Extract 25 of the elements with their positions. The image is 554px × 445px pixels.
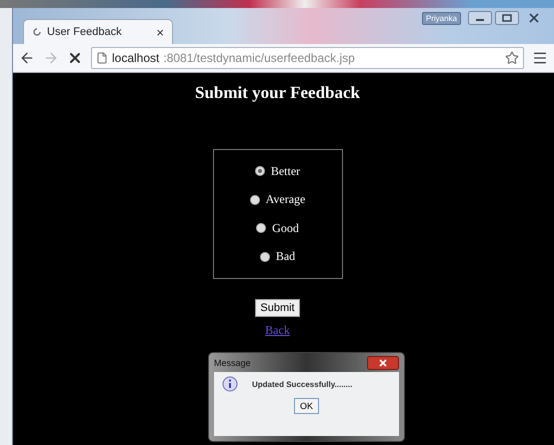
url-path: :8081/testdynamic/userfeedback.jsp — [163, 51, 356, 65]
address-bar[interactable]: localhost :8081/testdynamic/userfeedback.jsp — [91, 47, 524, 69]
page-heading: Submit your Feedback — [195, 83, 360, 103]
tab-close-button[interactable]: × — [156, 24, 164, 40]
browser-tab[interactable]: User Feedback × — [23, 19, 173, 44]
stop-icon[interactable] — [67, 50, 83, 66]
submit-button[interactable]: Submit — [255, 299, 300, 317]
dialog-title: Message — [214, 358, 251, 368]
back-link[interactable]: Back — [265, 323, 290, 338]
dialog-message: Updated Successfully........ — [252, 380, 352, 388]
menu-icon[interactable] — [532, 50, 548, 66]
minimize-icon[interactable] — [468, 11, 492, 25]
back-icon[interactable] — [19, 50, 35, 66]
loading-spinner-icon — [32, 27, 42, 37]
maximize-icon[interactable] — [495, 11, 519, 25]
close-icon[interactable] — [367, 356, 399, 370]
radio-option[interactable]: Average — [250, 192, 306, 208]
page-icon — [96, 52, 108, 64]
bookmark-star-icon[interactable] — [505, 51, 519, 65]
radio-option[interactable]: Bad — [260, 249, 296, 264]
info-icon — [222, 376, 238, 392]
ok-button[interactable]: OK — [294, 398, 319, 414]
url-host: localhost — [112, 51, 160, 65]
radio-option[interactable]: Good — [256, 220, 299, 236]
radio-option[interactable]: Better — [254, 164, 300, 179]
